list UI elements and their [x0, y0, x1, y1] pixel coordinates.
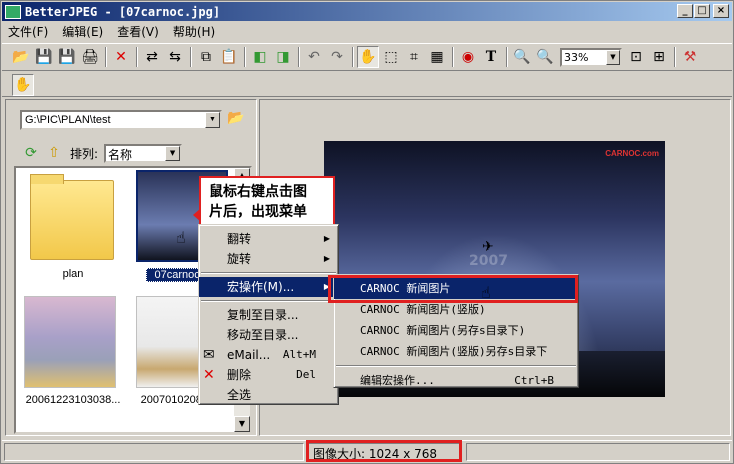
open-icon[interactable]: 📂 [10, 46, 32, 68]
thumbnail-image [24, 296, 116, 388]
refresh-icon[interactable]: ⟳ [20, 142, 42, 164]
menu-item-rotate[interactable]: 旋转 ▶ [199, 249, 338, 269]
title-bar: BetterJPEG - [07carnoc.jpg] _ □ × [2, 2, 732, 21]
hand-tool-icon[interactable]: ✋ [357, 46, 379, 68]
main-toolbar: 📂 💾 💾 🖨 ✕ ⇄ ⇆ ⧉ 📋 ◧ ◨ ↶ ↷ ✋ ⬚ ⌗ ▦ ◉ T 🔍 … [2, 43, 732, 71]
menu-help[interactable]: 帮助(H) [173, 23, 215, 40]
menu-item-email[interactable]: ✉ eMail... Alt+M [199, 345, 338, 365]
menu-item-delete[interactable]: ✕ 删除 Del [199, 365, 338, 385]
window-title: BetterJPEG - [07carnoc.jpg] [25, 4, 221, 19]
maximize-button[interactable]: □ [694, 4, 710, 18]
menu-file[interactable]: 文件(F) [8, 23, 48, 40]
thumbnail-caption: plan [62, 268, 84, 280]
print-icon[interactable]: 🖨 [79, 46, 101, 68]
photo-watermark: 2007 [469, 253, 508, 269]
copy-to-icon[interactable]: ⇄ [141, 46, 163, 68]
highlight-annotation-menu [328, 275, 578, 303]
stamp-tool-icon[interactable]: ▦ [426, 46, 448, 68]
crop-tool-icon[interactable]: ⌗ [403, 46, 425, 68]
submenu-item-news-image-vertical-save-s[interactable]: CARNOC 新闻图片(竖版)另存s目录下 [334, 341, 578, 362]
menu-item-move-to[interactable]: 移动至目录... [199, 325, 338, 345]
chevron-down-icon[interactable]: ▼ [606, 49, 620, 65]
thumbnail-item[interactable]: 20061223103038... [18, 296, 120, 410]
scroll-down-icon[interactable]: ▼ [234, 416, 250, 432]
folder-icon [24, 170, 116, 262]
sort-select[interactable]: 名称 ▼ [104, 143, 183, 163]
hand-mode-icon[interactable]: ✋ [12, 74, 34, 96]
photo-logo: CARNOC.com [605, 149, 659, 158]
up-folder-icon[interactable]: ⇧ [43, 142, 65, 164]
menu-item-copy-to[interactable]: 复制至目录... [199, 305, 338, 325]
menu-view[interactable]: 查看(V) [117, 23, 159, 40]
sort-value: 名称 [108, 147, 133, 162]
close-button[interactable]: × [713, 4, 729, 18]
zoom-value: 33% [564, 50, 589, 64]
submenu-item-edit-macro[interactable]: 编辑宏操作... Ctrl+B [334, 370, 578, 391]
red-eye-icon[interactable]: ◉ [457, 46, 479, 68]
mouse-cursor-icon: ☝ [176, 228, 186, 247]
highlight-annotation-status [306, 440, 462, 462]
chevron-down-icon[interactable]: ▼ [205, 112, 220, 128]
delete-icon[interactable]: ✕ [110, 46, 132, 68]
email-icon: ✉ [203, 347, 215, 363]
copy-icon[interactable]: ⧉ [195, 46, 217, 68]
zoom-out-icon[interactable]: 🔍 [534, 46, 556, 68]
delete-icon: ✕ [203, 367, 215, 383]
callout-line-2: 片后，出现菜单 [209, 204, 307, 220]
zoom-in-icon[interactable]: 🔍 [511, 46, 533, 68]
menu-edit[interactable]: 编辑(E) [62, 23, 103, 40]
annotation-callout: 鼠标右键点击图 片后，出现菜单 [193, 176, 335, 228]
submenu-item-news-image-save-s[interactable]: CARNOC 新闻图片(另存s目录下) [334, 320, 578, 341]
minimize-button[interactable]: _ [677, 4, 693, 18]
redo-icon[interactable]: ↷ [326, 46, 348, 68]
path-value: G:\PIC\PLAN\test [25, 114, 111, 126]
callout-line-1: 鼠标右键点击图 [209, 184, 307, 200]
submenu-arrow-icon: ▶ [323, 234, 330, 243]
submenu-arrow-icon: ▶ [323, 254, 330, 263]
thumbnail-caption: 20061223103038... [25, 394, 121, 406]
menu-bar: 文件(F) 编辑(E) 查看(V) 帮助(H) [2, 22, 732, 40]
paste-icon[interactable]: 📋 [218, 46, 240, 68]
thumbnail-item[interactable]: plan [18, 170, 114, 284]
path-combobox[interactable]: G:\PIC\PLAN\test ▼ [20, 110, 222, 130]
menu-item-macro[interactable]: 宏操作(M)... ▶ [199, 277, 338, 297]
save-as-icon[interactable]: 💾 [56, 46, 78, 68]
move-to-icon[interactable]: ⇆ [164, 46, 186, 68]
prev-image-icon[interactable]: ◧ [249, 46, 271, 68]
secondary-toolbar: ✋ [2, 73, 732, 97]
zoom-select[interactable]: 33% ▼ [560, 47, 622, 67]
app-icon [5, 4, 21, 19]
context-menu: 翻转 ▶ 旋转 ▶ 宏操作(M)... ▶ 复制至目录... 移动至目录... ✉ eM… [198, 224, 339, 405]
sort-row: ⟳ ⇧ 排列: 名称 ▼ [20, 142, 183, 164]
next-image-icon[interactable]: ◨ [272, 46, 294, 68]
menu-item-flip[interactable]: 翻转 ▶ [199, 229, 338, 249]
mouse-cursor-icon: ☝ [481, 283, 491, 302]
sort-label: 排列: [70, 146, 99, 161]
undo-icon[interactable]: ↶ [303, 46, 325, 68]
select-tool-icon[interactable]: ⬚ [380, 46, 402, 68]
zoom-fit-icon[interactable]: ⊡ [625, 46, 647, 68]
chevron-down-icon[interactable]: ▼ [165, 145, 181, 161]
save-icon[interactable]: 💾 [33, 46, 55, 68]
browse-folder-icon[interactable]: 📂 [226, 110, 246, 130]
tools-icon[interactable]: ⚒ [679, 46, 701, 68]
airplane-icon: ✈ [482, 239, 494, 255]
zoom-actual-icon[interactable]: ⊞ [648, 46, 670, 68]
text-tool-icon[interactable]: T [480, 46, 502, 68]
menu-item-select-all[interactable]: 全选 [199, 385, 338, 405]
app-window: BetterJPEG - [07carnoc.jpg] _ □ × 文件(F) … [0, 0, 734, 464]
